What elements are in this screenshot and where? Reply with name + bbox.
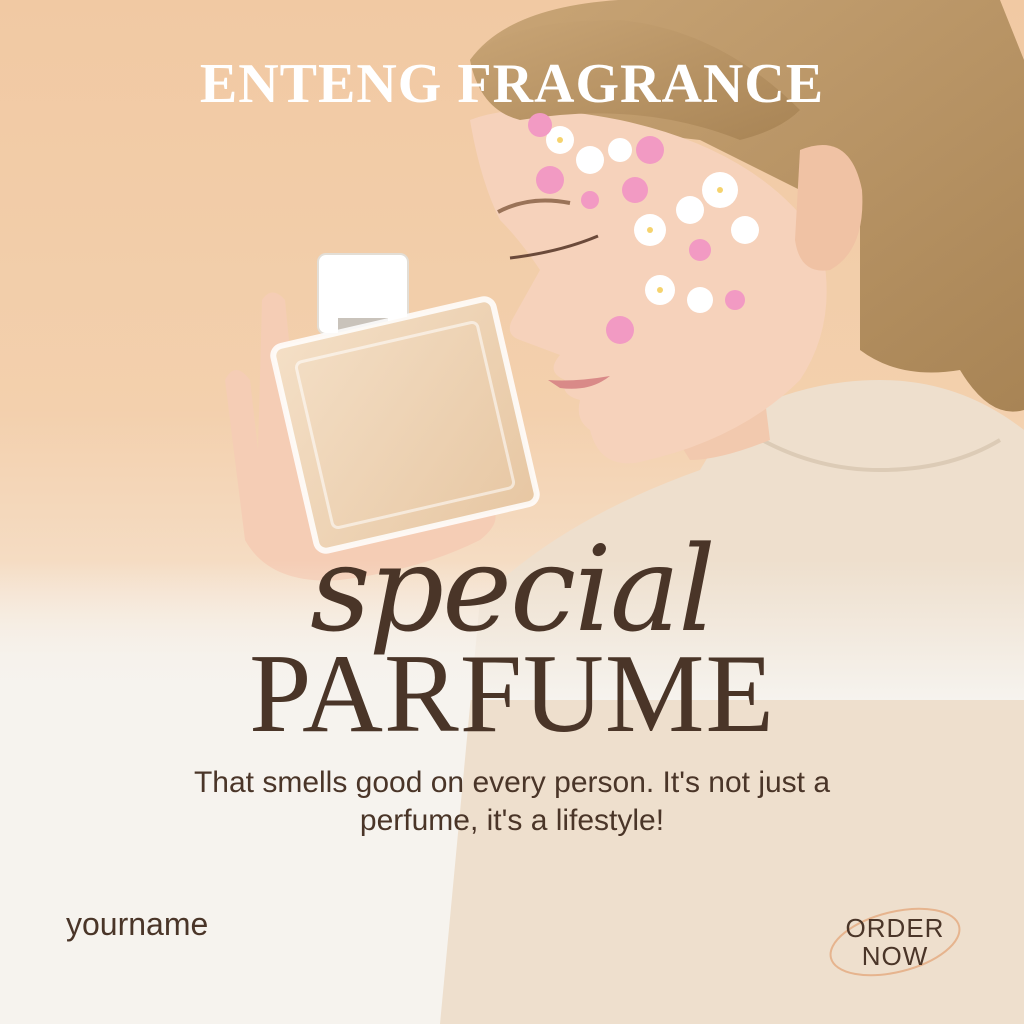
model-with-perfume-photo — [0, 0, 1024, 1024]
headline-title: PARFUME — [249, 632, 775, 756]
author-name: yourname — [66, 906, 209, 942]
order-now-label-line2: NOW — [861, 941, 929, 971]
brand-name: ENTENG FRAGRANCE — [199, 53, 825, 115]
order-now-button[interactable]: ORDER NOW — [822, 900, 968, 984]
order-now-label-line1: ORDER — [845, 913, 945, 943]
perfume-ad-poster: ENTENG FRAGRANCE special PARFUME That sm… — [0, 0, 1024, 1024]
ear — [795, 145, 863, 271]
description-text: That smells good on every person. It's n… — [193, 766, 831, 837]
perfume-bottle — [270, 253, 540, 554]
